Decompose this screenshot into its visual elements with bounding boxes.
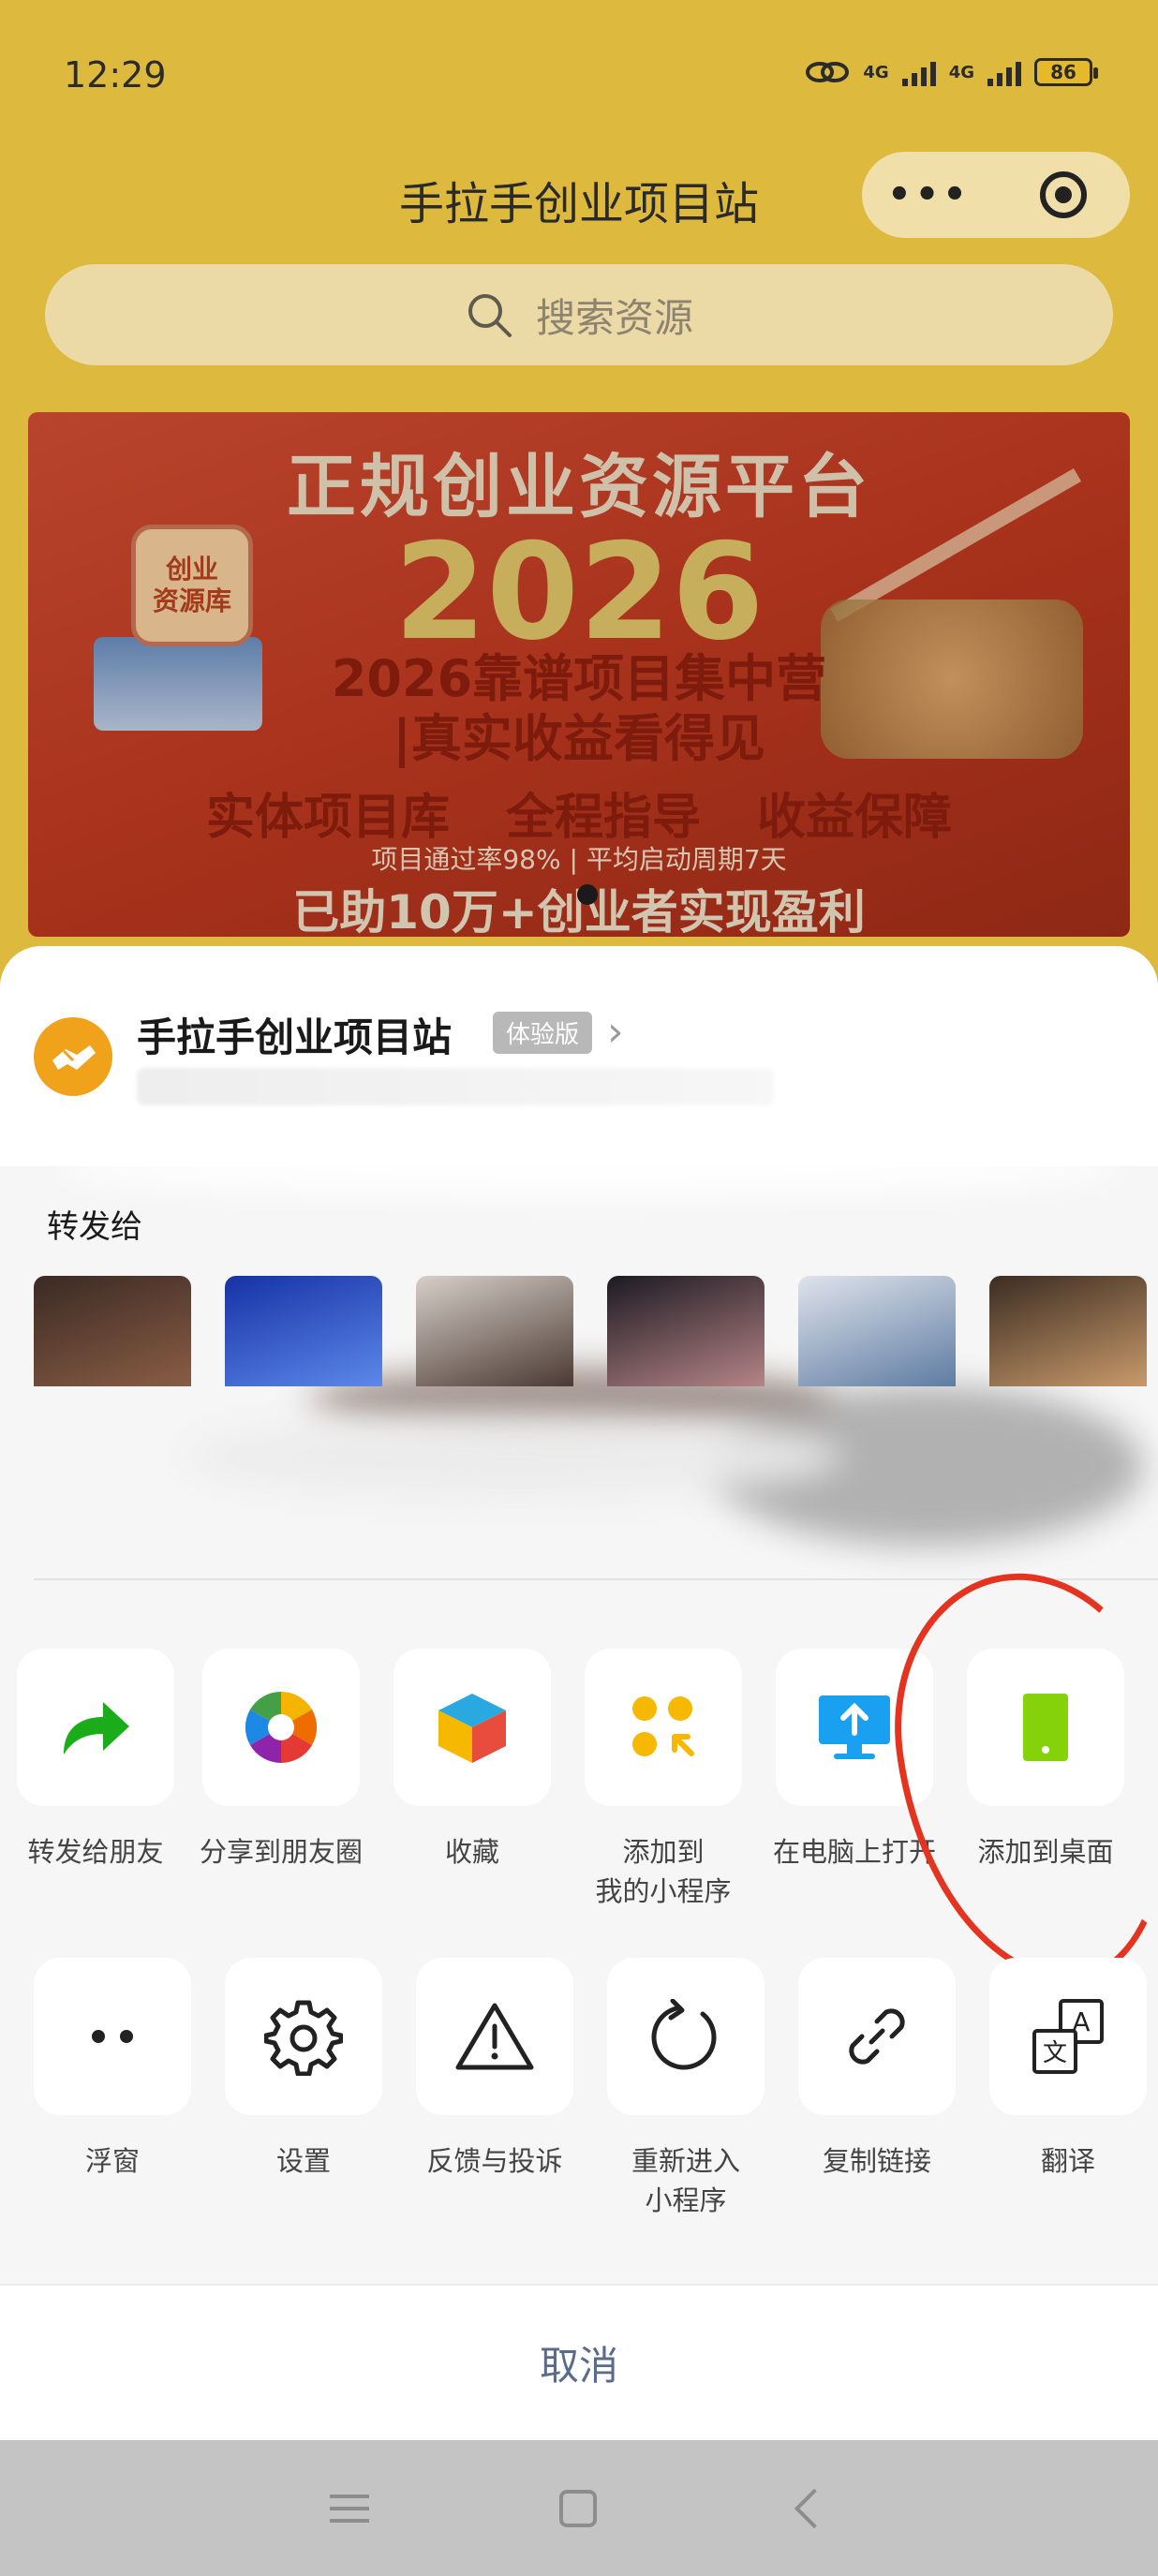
app-background: 12:29 4G 4G 86 手拉手创业项目站 ••• 搜索资源 创业 资源库 … bbox=[0, 0, 1158, 993]
favorite-cube-icon bbox=[438, 1694, 506, 1763]
red-annotation-circle bbox=[873, 1554, 1158, 2002]
forward-to-label: 转发给 bbox=[47, 1208, 142, 1246]
redaction-smudge bbox=[56, 1138, 1124, 1194]
status-time: 12:29 bbox=[64, 54, 167, 96]
status-bar: 12:29 4G 4G 86 bbox=[0, 0, 1158, 150]
search-placeholder: 搜索资源 bbox=[535, 294, 693, 341]
contact-avatar[interactable] bbox=[225, 1276, 382, 1386]
sheet-header[interactable]: 手拉手创业项目站 体验版 › bbox=[0, 946, 1158, 1166]
float-window-icon bbox=[92, 2030, 133, 2043]
network-type-2: 4G bbox=[948, 62, 974, 82]
float-window-button[interactable]: 浮窗 bbox=[17, 1958, 208, 2181]
banner-headline-2: |真实收益看得见 bbox=[393, 709, 765, 768]
promo-banner[interactable]: 创业 资源库 正规创业资源平台 2026 2026靠谱项目集中营 |真实收益看得… bbox=[28, 412, 1130, 937]
battery-icon: 86 bbox=[1034, 58, 1098, 86]
warning-triangle-icon bbox=[455, 2003, 534, 2070]
banner-feature: 收益保障 bbox=[757, 790, 953, 846]
network-type-1: 4G bbox=[863, 62, 889, 82]
mini-program-logo-icon bbox=[34, 1017, 112, 1096]
carousel-indicator bbox=[577, 884, 598, 905]
action-label: 翻译 bbox=[1040, 2145, 1095, 2177]
mini-program-capsule: ••• bbox=[862, 152, 1130, 238]
svg-text:文: 文 bbox=[1043, 2039, 1067, 2067]
status-icons: 4G 4G 86 bbox=[805, 58, 1098, 86]
action-label: 浮窗 bbox=[84, 2145, 140, 2177]
contact-avatar[interactable] bbox=[34, 1276, 191, 1386]
trial-version-badge: 体验版 bbox=[493, 1012, 593, 1054]
redaction-smudge bbox=[187, 1414, 843, 1499]
banner-footer: 已助10万+创业者实现盈利 bbox=[292, 885, 866, 937]
signal-icon bbox=[901, 58, 936, 86]
action-label: 重新进入 小程序 bbox=[631, 2145, 740, 2216]
banner-features: 实体项目库 全程指导 收益保障 bbox=[28, 777, 1130, 848]
my-miniprogram-icon bbox=[632, 1696, 694, 1756]
more-dots-icon[interactable]: ••• bbox=[862, 173, 996, 216]
action-label: 收藏 bbox=[444, 1836, 499, 1868]
favorite-button[interactable]: 收藏 bbox=[377, 1649, 568, 1872]
reload-icon bbox=[651, 1999, 717, 2070]
copy-link-button[interactable]: 复制链接 bbox=[781, 1958, 972, 2181]
settings-gear-icon bbox=[264, 2000, 343, 2076]
add-to-my-miniprogram-button[interactable]: 添加到 我的小程序 bbox=[568, 1649, 759, 1911]
reenter-miniprogram-button[interactable]: 重新进入 小程序 bbox=[590, 1958, 781, 2220]
link-icon bbox=[849, 2008, 905, 2065]
redacted-description bbox=[137, 1068, 774, 1105]
contact-avatar[interactable] bbox=[416, 1276, 573, 1386]
back-icon[interactable] bbox=[794, 2488, 835, 2528]
mini-program-name: 手拉手创业项目站 bbox=[137, 1014, 453, 1060]
share-to-moments-button[interactable]: 分享到朋友圈 bbox=[186, 1649, 377, 1872]
settings-button[interactable]: 设置 bbox=[208, 1958, 399, 2181]
home-icon[interactable] bbox=[558, 2489, 597, 2527]
cancel-label: 取消 bbox=[539, 2343, 618, 2389]
target-close-icon[interactable] bbox=[996, 171, 1130, 218]
translate-icon: A 文 bbox=[1032, 1999, 1104, 2074]
hotspot-link-icon bbox=[806, 62, 850, 82]
forward-to-friend-button[interactable]: 转发给朋友 bbox=[0, 1649, 191, 1872]
action-label: 添加到 我的小程序 bbox=[595, 1836, 732, 1907]
search-bar[interactable]: 搜索资源 bbox=[45, 264, 1113, 365]
contact-avatar[interactable] bbox=[989, 1276, 1147, 1386]
feedback-complaint-button[interactable]: 反馈与投诉 bbox=[399, 1958, 590, 2181]
recent-contacts bbox=[34, 1276, 1147, 1386]
banner-feature: 实体项目库 bbox=[205, 790, 450, 846]
action-label: 转发给朋友 bbox=[27, 1836, 164, 1868]
chevron-right-icon: › bbox=[607, 1008, 624, 1056]
action-label: 分享到朋友圈 bbox=[199, 1836, 363, 1868]
contact-avatar[interactable] bbox=[798, 1276, 956, 1386]
contact-avatar[interactable] bbox=[607, 1276, 765, 1386]
computer-open-icon bbox=[819, 1695, 890, 1759]
signal-icon-2 bbox=[987, 58, 1021, 86]
banner-feature: 全程指导 bbox=[505, 790, 701, 846]
moments-aperture-icon bbox=[245, 1691, 318, 1764]
action-label: 反馈与投诉 bbox=[426, 2145, 563, 2177]
forward-arrow-icon bbox=[64, 1702, 129, 1754]
cancel-button[interactable]: 取消 bbox=[0, 2284, 1158, 2440]
search-icon bbox=[468, 294, 512, 337]
translate-button[interactable]: A 文 翻译 bbox=[972, 1958, 1158, 2181]
action-label: 设置 bbox=[275, 2145, 331, 2177]
recent-apps-icon[interactable] bbox=[329, 2494, 369, 2523]
action-label: 复制链接 bbox=[822, 2145, 931, 2177]
share-sheet: 手拉手创业项目站 体验版 › 转发给 转发给朋友 分享到朋友圈 收藏 添加到 我… bbox=[0, 946, 1158, 2440]
system-nav-bar bbox=[0, 2440, 1158, 2576]
banner-stats: 项目通过率98% | 平均启动周期7天 bbox=[371, 844, 787, 875]
